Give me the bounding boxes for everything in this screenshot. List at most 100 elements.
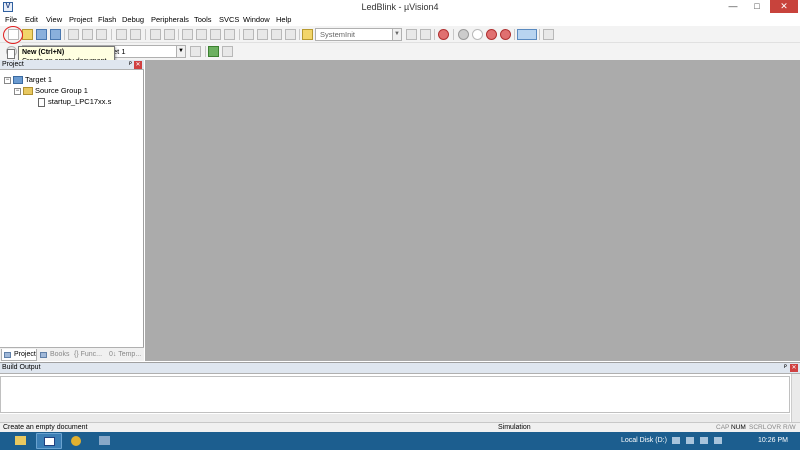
manage-components-icon[interactable] [208, 46, 219, 57]
chevron-down-icon[interactable]: ▼ [176, 46, 185, 57]
pin-icon[interactable]: ᴘ [784, 364, 787, 370]
status-ovr: OVR [767, 424, 782, 431]
tab-label: {} Func... [74, 351, 103, 358]
find-combo[interactable]: SystemInit ▼ [315, 28, 402, 41]
menu-tools[interactable]: Tools [194, 15, 212, 25]
tab-books[interactable]: Books [38, 349, 70, 361]
collapse-icon[interactable]: − [4, 76, 11, 84]
tray-flag-icon[interactable] [686, 437, 694, 444]
build-output-title: Build Output [2, 364, 41, 371]
save-all-icon[interactable] [50, 29, 61, 40]
uncomment-icon[interactable] [285, 29, 296, 40]
menu-help[interactable]: Help [276, 15, 291, 25]
configure-wrench-icon[interactable] [543, 29, 554, 40]
menu-file[interactable]: File [5, 15, 17, 25]
taskbar-uvision[interactable] [36, 433, 62, 449]
kill-breakpoints-icon[interactable] [500, 29, 511, 40]
build-output-panel: Build Output ᴘ ✕ [0, 362, 800, 423]
menu-bar: File Edit View Project Flash Debug Perip… [0, 14, 800, 26]
menu-peripherals[interactable]: Peripherals [151, 15, 189, 25]
project-tab-icon [4, 352, 11, 358]
close-button[interactable]: ✕ [770, 0, 798, 13]
menu-window[interactable]: Window [243, 15, 270, 25]
start-debug-icon[interactable] [438, 29, 449, 40]
unindent-icon[interactable] [257, 29, 268, 40]
toolbar-separator [514, 29, 515, 40]
toolbar-separator [434, 29, 435, 40]
collapse-icon[interactable]: − [14, 87, 21, 95]
uvision-icon [44, 437, 55, 446]
menu-view[interactable]: View [46, 15, 62, 25]
tab-project[interactable]: Project [1, 349, 37, 361]
find-in-files-icon[interactable] [302, 29, 313, 40]
copy-icon[interactable] [82, 29, 93, 40]
menu-svcs[interactable]: SVCS [219, 15, 239, 25]
next-bookmark-icon[interactable] [210, 29, 221, 40]
pin-icon[interactable]: ᴘ [129, 61, 132, 67]
tab-functions[interactable]: {} Func... [71, 349, 105, 361]
vertical-scrollbar[interactable] [791, 374, 800, 423]
taskbar-chrome[interactable] [64, 433, 90, 449]
tray-chevron-icon[interactable] [672, 437, 680, 444]
chrome-icon [71, 436, 81, 446]
save-icon[interactable] [36, 29, 47, 40]
windows-taskbar: Local Disk (D:) 10:26 PM [0, 432, 800, 450]
toolbar-separator [111, 29, 112, 40]
document-icon [7, 49, 15, 59]
close-icon[interactable]: ✕ [134, 61, 142, 69]
build-toolbar: et 1 ▼ [0, 43, 800, 60]
file-extensions-icon[interactable] [222, 46, 233, 57]
taskbar-app[interactable] [92, 433, 118, 449]
open-folder-icon[interactable] [22, 29, 33, 40]
toolbar-separator [239, 29, 240, 40]
clear-bookmarks-icon[interactable] [224, 29, 235, 40]
redo-icon[interactable] [130, 29, 141, 40]
comment-icon[interactable] [271, 29, 282, 40]
maximize-button[interactable]: □ [746, 0, 768, 13]
tree-item-file[interactable]: startup_LPC17xx.s [38, 97, 111, 107]
project-panel-title: Project [2, 61, 24, 68]
disable-breakpoints-icon[interactable] [486, 29, 497, 40]
taskbar-file-explorer[interactable] [8, 433, 34, 449]
menu-flash[interactable]: Flash [98, 15, 116, 25]
tree-item-target[interactable]: − Target 1 [4, 75, 52, 85]
menu-edit[interactable]: Edit [25, 15, 38, 25]
window-title: LedBlink - µVision4 [361, 2, 439, 12]
tab-templates[interactable]: 0↓ Temp... [106, 349, 144, 361]
close-icon[interactable]: ✕ [790, 364, 798, 372]
insert-bookmark-icon[interactable] [182, 29, 193, 40]
find-icon[interactable] [406, 29, 417, 40]
tree-item-label: startup_LPC17xx.s [48, 97, 112, 106]
previous-bookmark-icon[interactable] [196, 29, 207, 40]
window-layout-icon[interactable] [517, 29, 537, 40]
editor-area[interactable] [145, 60, 800, 361]
tray-drive-label[interactable]: Local Disk (D:) [621, 436, 667, 445]
toolbar-separator [205, 46, 206, 57]
tray-network-icon[interactable] [700, 437, 708, 444]
chevron-down-icon[interactable]: ▼ [392, 29, 401, 40]
minimize-button[interactable]: — [722, 0, 744, 13]
indent-icon[interactable] [243, 29, 254, 40]
tray-clock[interactable]: 10:26 PM [758, 436, 788, 445]
cut-icon[interactable] [68, 29, 79, 40]
tray-volume-icon[interactable] [714, 437, 722, 444]
target-options-icon[interactable] [190, 46, 201, 57]
status-cap: CAP [716, 424, 730, 431]
incremental-find-icon[interactable] [420, 29, 431, 40]
status-debug-mode: Simulation [498, 424, 531, 431]
build-output-text[interactable] [0, 376, 790, 413]
find-combo-value: SystemInit [320, 30, 356, 39]
status-scrl: SCRL [749, 424, 767, 431]
undo-icon[interactable] [116, 29, 127, 40]
navigate-back-icon[interactable] [150, 29, 161, 40]
tree-item-source-group[interactable]: − Source Group 1 [14, 86, 88, 96]
file-toolbar: SystemInit ▼ [0, 26, 800, 43]
status-rw: R/W [783, 424, 796, 431]
paste-icon[interactable] [96, 29, 107, 40]
enable-breakpoint-icon[interactable] [472, 29, 483, 40]
menu-debug[interactable]: Debug [122, 15, 144, 25]
asm-file-icon [38, 97, 45, 107]
insert-breakpoint-icon[interactable] [458, 29, 469, 40]
menu-project[interactable]: Project [69, 15, 92, 25]
navigate-forward-icon[interactable] [164, 29, 175, 40]
